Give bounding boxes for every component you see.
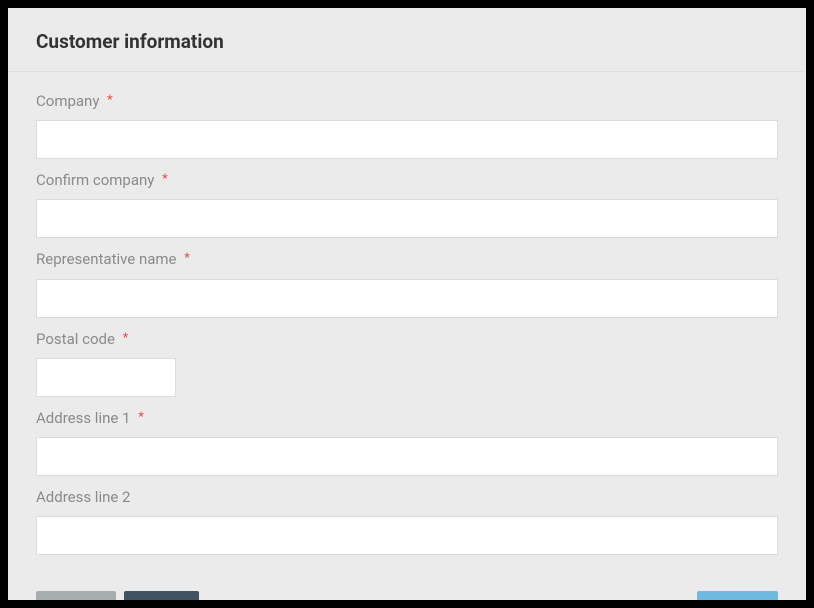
postal-code-field[interactable]: [36, 358, 176, 397]
next-button[interactable]: Next: [697, 591, 778, 600]
label-address-line-1: Address line 1 *: [36, 409, 778, 427]
required-mark: *: [184, 250, 190, 268]
footer-right-buttons: Next: [697, 591, 778, 600]
address-line-1-field[interactable]: [36, 437, 778, 476]
label-representative-name: Representative name *: [36, 250, 778, 268]
form-group-representative-name: Representative name *: [36, 250, 778, 317]
label-text: Address line 1: [36, 409, 131, 427]
label-text: Confirm company: [36, 171, 154, 189]
label-text: Company: [36, 92, 99, 110]
customer-information-panel: Customer information Company * Confirm c…: [8, 8, 806, 600]
address-line-2-field[interactable]: [36, 516, 778, 555]
required-mark: *: [107, 92, 113, 110]
label-confirm-company: Confirm company *: [36, 171, 778, 189]
footer-left-buttons: Cancel Back: [36, 591, 199, 600]
label-company: Company *: [36, 92, 778, 110]
representative-name-field[interactable]: [36, 279, 778, 318]
confirm-company-field[interactable]: [36, 199, 778, 238]
form-group-address-line-1: Address line 1 *: [36, 409, 778, 476]
form-group-confirm-company: Confirm company *: [36, 171, 778, 238]
required-mark: *: [162, 171, 168, 189]
panel-title: Customer information: [36, 30, 778, 53]
label-text: Representative name: [36, 250, 177, 268]
panel-body: Company * Confirm company * Representati…: [8, 72, 806, 555]
label-postal-code: Postal code *: [36, 330, 778, 348]
form-group-company: Company *: [36, 92, 778, 159]
label-text: Address line 2: [36, 488, 131, 506]
label-address-line-2: Address line 2: [36, 488, 778, 506]
company-field[interactable]: [36, 120, 778, 159]
required-mark: *: [123, 330, 129, 348]
form-group-address-line-2: Address line 2: [36, 488, 778, 555]
panel-footer: Cancel Back Next: [8, 567, 806, 600]
form-group-postal-code: Postal code *: [36, 330, 778, 397]
back-button[interactable]: Back: [124, 591, 199, 600]
panel-header: Customer information: [8, 8, 806, 72]
cancel-button[interactable]: Cancel: [36, 591, 116, 600]
required-mark: *: [138, 409, 144, 427]
label-text: Postal code: [36, 330, 115, 348]
